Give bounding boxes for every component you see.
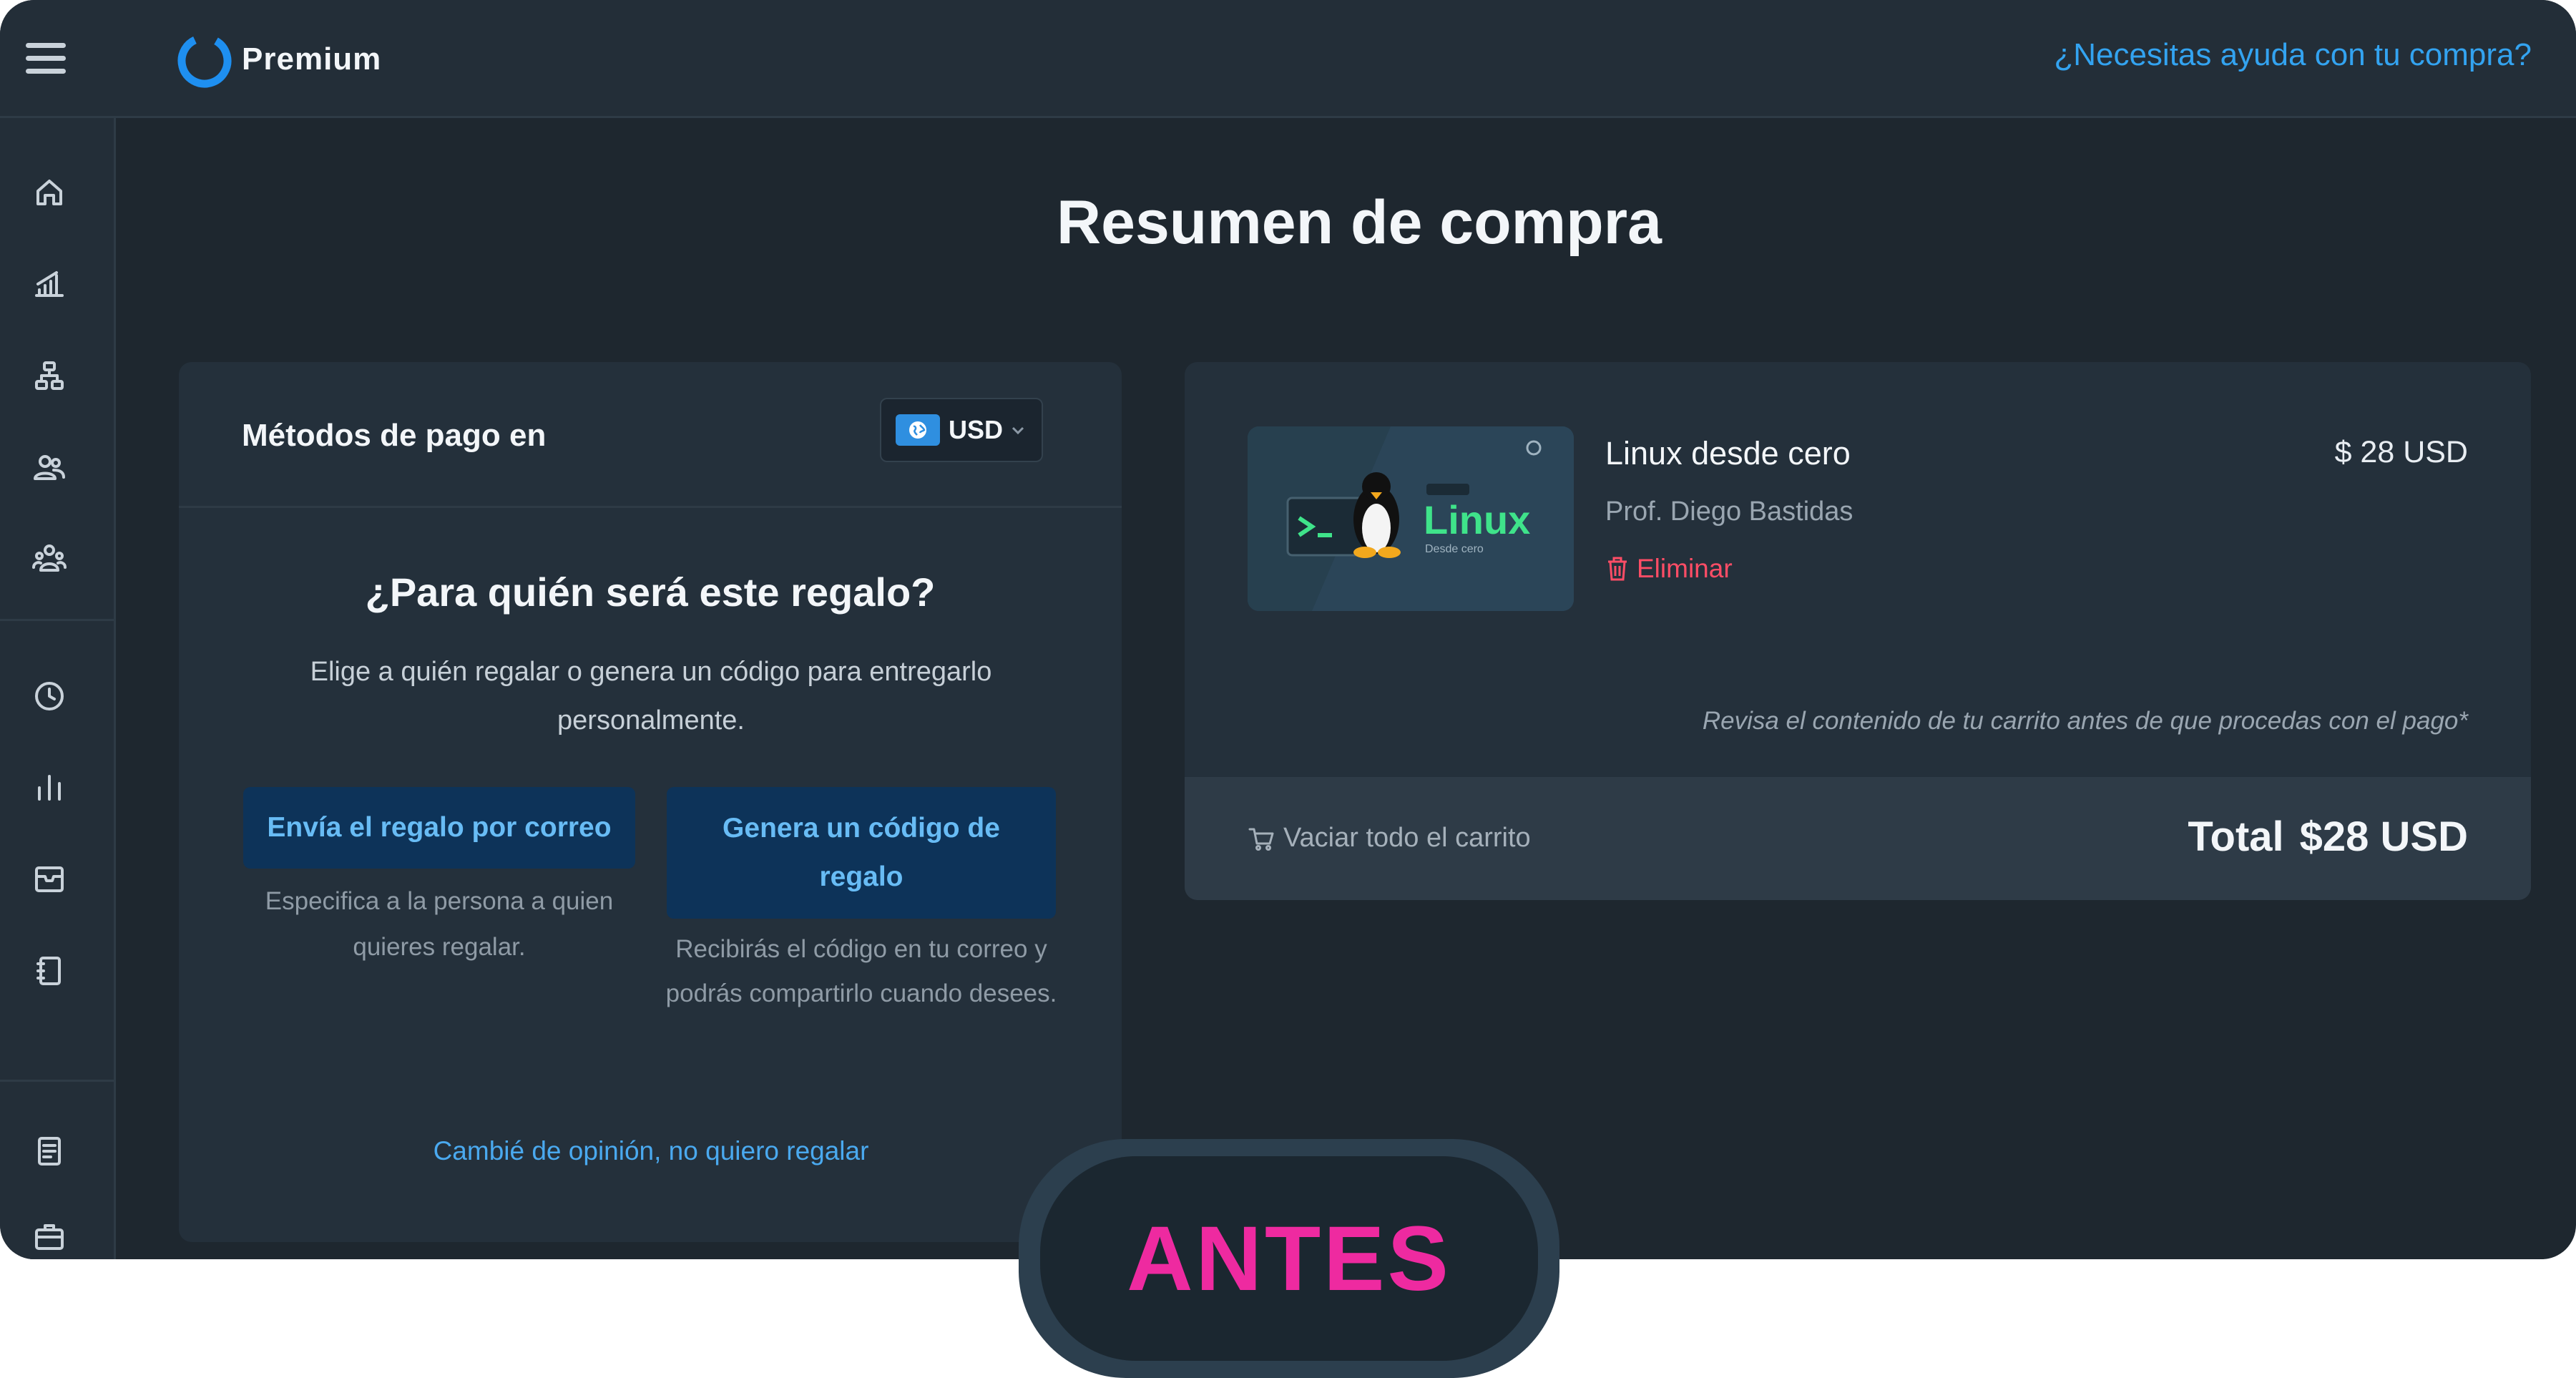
currency-value: USD [949,415,1004,444]
help-link[interactable]: ¿Necesitas ayuda con tu compra? [2054,37,2532,73]
cancel-gift-link[interactable]: Cambié de opinión, no quiero regalar [286,1136,1016,1166]
send-gift-email-subtext: Especifica a la persona a quien quieres … [265,887,614,961]
total-label: Total [2188,813,2284,860]
cart-card: Linux Desde cero Linux desde cero Prof. … [1185,362,2531,900]
cart-icon [1248,825,1275,852]
course-thumbnail[interactable]: Linux Desde cero [1248,426,1574,611]
empty-cart-label: Vaciar todo el carrito [1283,823,1531,853]
trash-icon [1605,555,1630,582]
sidebar-divider [0,619,116,621]
org-chart-icon[interactable] [32,358,67,393]
before-badge-label: ANTES [1040,1156,1538,1361]
generate-gift-code-subtext: Recibirás el código en tu correo y podrá… [665,935,1057,1007]
brand-name: Premium [242,41,382,77]
logo-ring-icon [177,34,232,88]
app-window: Premium ¿Necesitas ayuda con tu compra? [0,0,2576,1259]
clock-icon[interactable] [32,679,67,713]
remove-item-label: Eliminar [1637,554,1733,583]
gift-description: Elige a quién regalar o genera un código… [310,657,992,736]
brand-logo[interactable]: Premium [175,27,381,92]
payment-methods-label: Métodos de pago en [242,418,547,453]
chevron-down-icon [1010,422,1026,438]
bar-chart-icon[interactable] [32,771,67,805]
currency-select[interactable]: USD [880,398,1043,462]
thumbnail-subtitle: Desde cero [1425,543,1484,555]
document-icon[interactable] [32,1134,67,1168]
cart-footer: Vaciar todo el carrito Total $28 USD [1185,777,2531,900]
globe-icon [896,414,940,446]
page-title: Resumen de compra [1057,188,1662,257]
thumbnail-title: Linux [1424,497,1530,542]
before-badge: ANTES [1019,1139,1559,1378]
course-title[interactable]: Linux desde cero [1605,435,1851,472]
users-icon[interactable] [32,450,67,484]
notebook-icon[interactable] [32,954,67,988]
sidebar [0,118,116,1259]
course-price: $ 28 USD [2334,435,2468,469]
generate-gift-code-button[interactable]: Genera un código de regalo [667,787,1056,919]
payment-card-header: Métodos de pago en USD [179,362,1122,508]
briefcase-icon[interactable] [32,1220,67,1254]
cart-total: Total $28 USD [2188,813,2468,861]
top-bar: Premium ¿Necesitas ayuda con tu compra? [0,0,2576,118]
menu-icon[interactable] [26,43,66,74]
home-icon[interactable] [32,175,67,210]
total-value: $28 USD [2299,813,2468,860]
remove-item-button[interactable]: Eliminar [1605,554,1733,584]
sidebar-divider [0,1080,116,1082]
stats-icon[interactable] [32,267,67,301]
empty-cart-button[interactable]: Vaciar todo el carrito [1248,823,1531,854]
send-gift-email-button[interactable]: Envía el regalo por correo [243,787,635,869]
gift-question: ¿Para quién será este regalo? [365,570,936,615]
course-professor: Prof. Diego Bastidas [1605,497,1853,527]
course-thumbnail-art: Linux Desde cero [1248,426,1574,611]
review-note: Revisa el contenido de tu carrito antes … [1702,707,2468,735]
inbox-icon[interactable] [32,862,67,896]
